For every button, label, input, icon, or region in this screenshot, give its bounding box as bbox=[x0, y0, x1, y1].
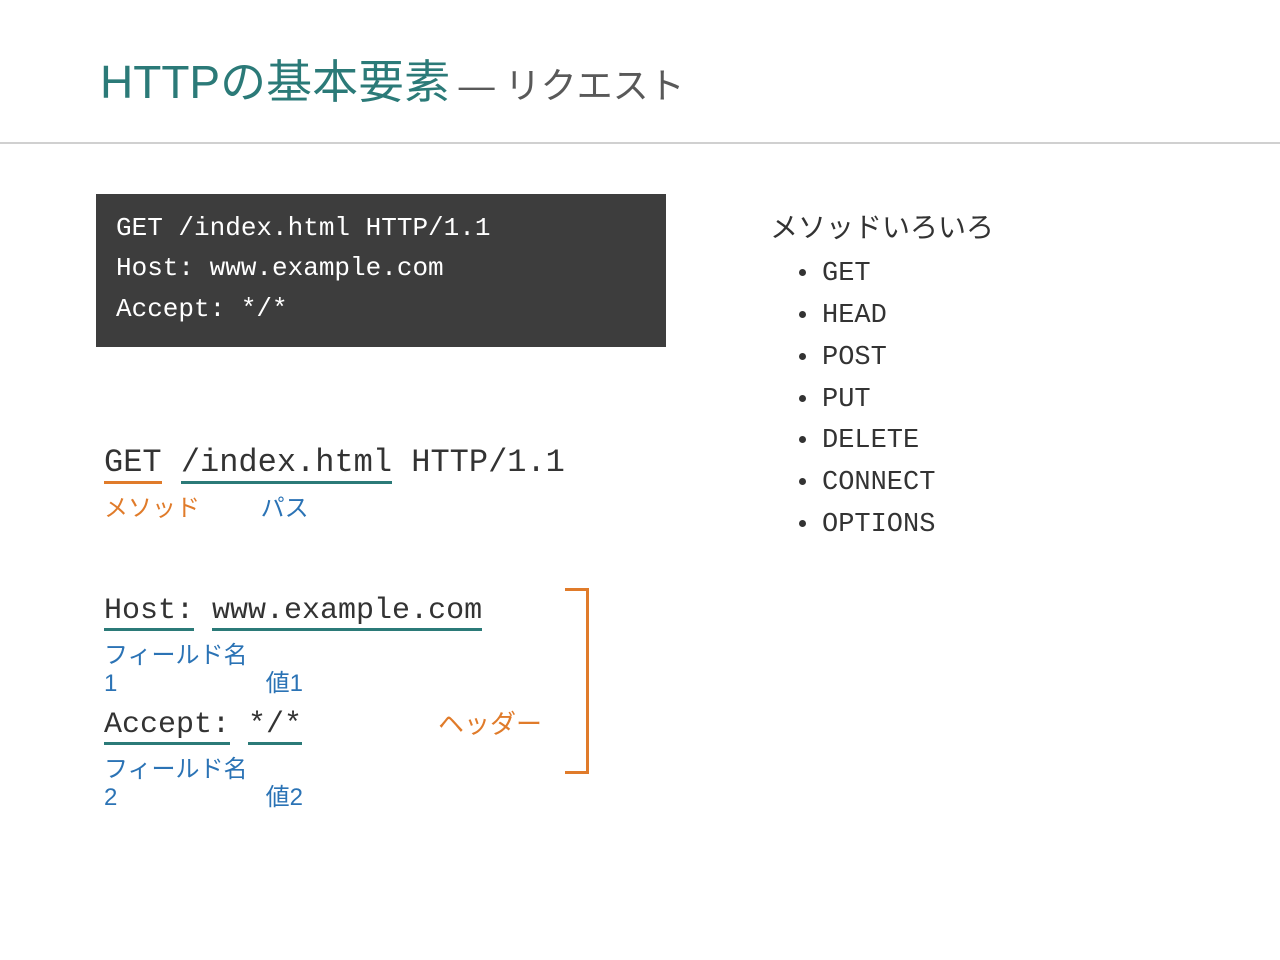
header-field-1: Host: bbox=[104, 594, 194, 631]
request-line-text: GET /index.html HTTP/1.1 bbox=[104, 444, 565, 484]
path-label: パス bbox=[261, 488, 309, 523]
header-line-1: Host: www.example.com bbox=[104, 594, 482, 631]
title-main: HTTPの基本要素 bbox=[100, 56, 450, 108]
header-bracket-icon bbox=[565, 588, 589, 774]
methods-item: DELETE bbox=[820, 421, 994, 463]
methods-item: POST bbox=[820, 338, 994, 380]
http-request-codebox: GET /index.html HTTP/1.1 Host: www.examp… bbox=[96, 194, 666, 347]
methods-item: GET bbox=[820, 254, 994, 296]
request-line-breakdown: GET /index.html HTTP/1.1 メソッド パス bbox=[104, 444, 565, 523]
methods-panel: メソッドいろいろ GET HEAD POST PUT DELETE CONNEC… bbox=[770, 206, 994, 547]
request-version: HTTP/1.1 bbox=[411, 444, 565, 481]
field1-label: フィールド名1 bbox=[104, 635, 259, 698]
methods-list: GET HEAD POST PUT DELETE CONNECT OPTIONS bbox=[820, 254, 994, 547]
methods-item: CONNECT bbox=[820, 463, 994, 505]
title-sub: — リクエスト bbox=[459, 65, 685, 106]
methods-item: PUT bbox=[820, 380, 994, 422]
value1-label: 値1 bbox=[266, 663, 303, 698]
request-line-labels: メソッド パス bbox=[104, 488, 565, 523]
header-labels-2: フィールド名2 値2 bbox=[104, 749, 482, 812]
method-label: メソッド bbox=[104, 488, 214, 523]
value2-label: 値2 bbox=[266, 777, 303, 812]
request-method: GET bbox=[104, 444, 162, 484]
methods-heading: メソッドいろいろ bbox=[770, 206, 994, 246]
slide-content: GET /index.html HTTP/1.1 Host: www.examp… bbox=[0, 144, 1280, 944]
slide-title-bar: HTTPの基本要素 — リクエスト bbox=[0, 0, 1280, 112]
header-breakdown: Host: www.example.com フィールド名1 値1 Accept:… bbox=[104, 594, 482, 812]
header-value-2: */* bbox=[248, 708, 302, 745]
header-line-2: Accept: */* bbox=[104, 708, 482, 745]
header-bracket-label: ヘッダー bbox=[438, 704, 542, 741]
methods-item: HEAD bbox=[820, 296, 994, 338]
code-line-3: Accept: */* bbox=[116, 294, 288, 324]
methods-item: OPTIONS bbox=[820, 505, 994, 547]
request-path: /index.html bbox=[181, 444, 392, 484]
header-labels-1: フィールド名1 値1 bbox=[104, 635, 482, 698]
header-value-1: www.example.com bbox=[212, 594, 482, 631]
code-line-2: Host: www.example.com bbox=[116, 253, 444, 283]
code-line-1: GET /index.html HTTP/1.1 bbox=[116, 213, 490, 243]
field2-label: フィールド名2 bbox=[104, 749, 259, 812]
header-field-2: Accept: bbox=[104, 708, 230, 745]
